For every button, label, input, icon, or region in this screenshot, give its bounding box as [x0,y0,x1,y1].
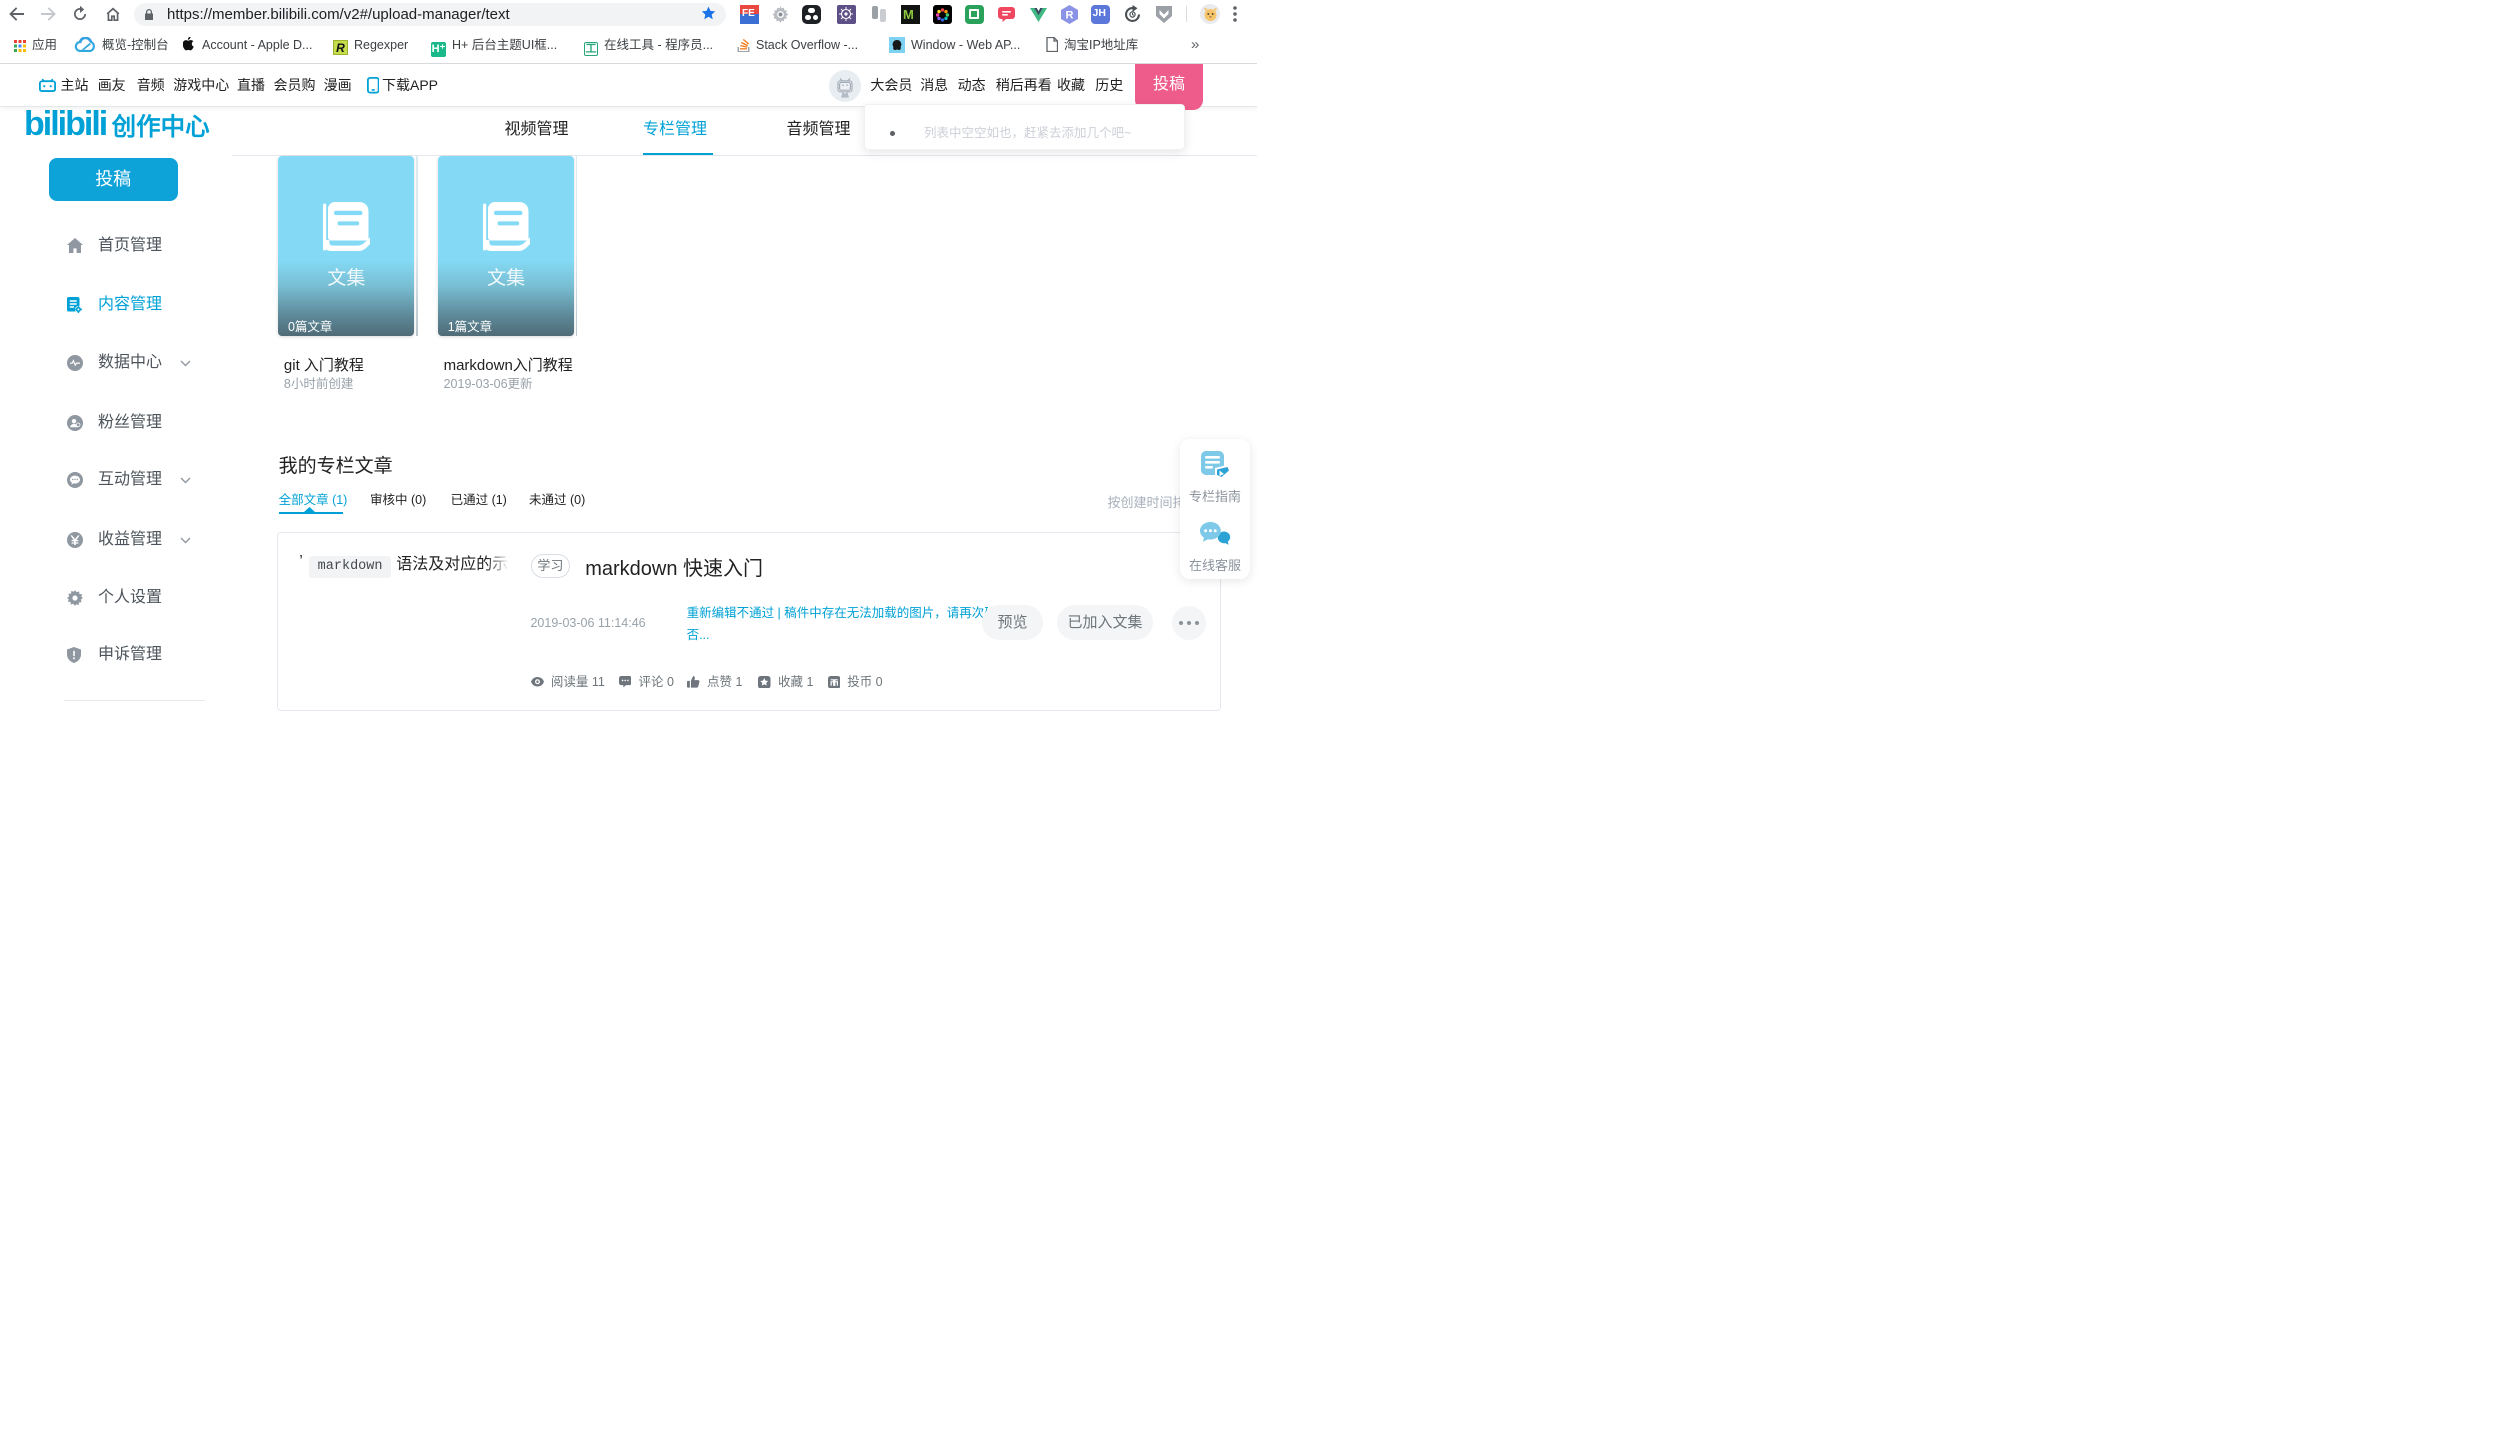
svg-text:R: R [1066,9,1074,21]
